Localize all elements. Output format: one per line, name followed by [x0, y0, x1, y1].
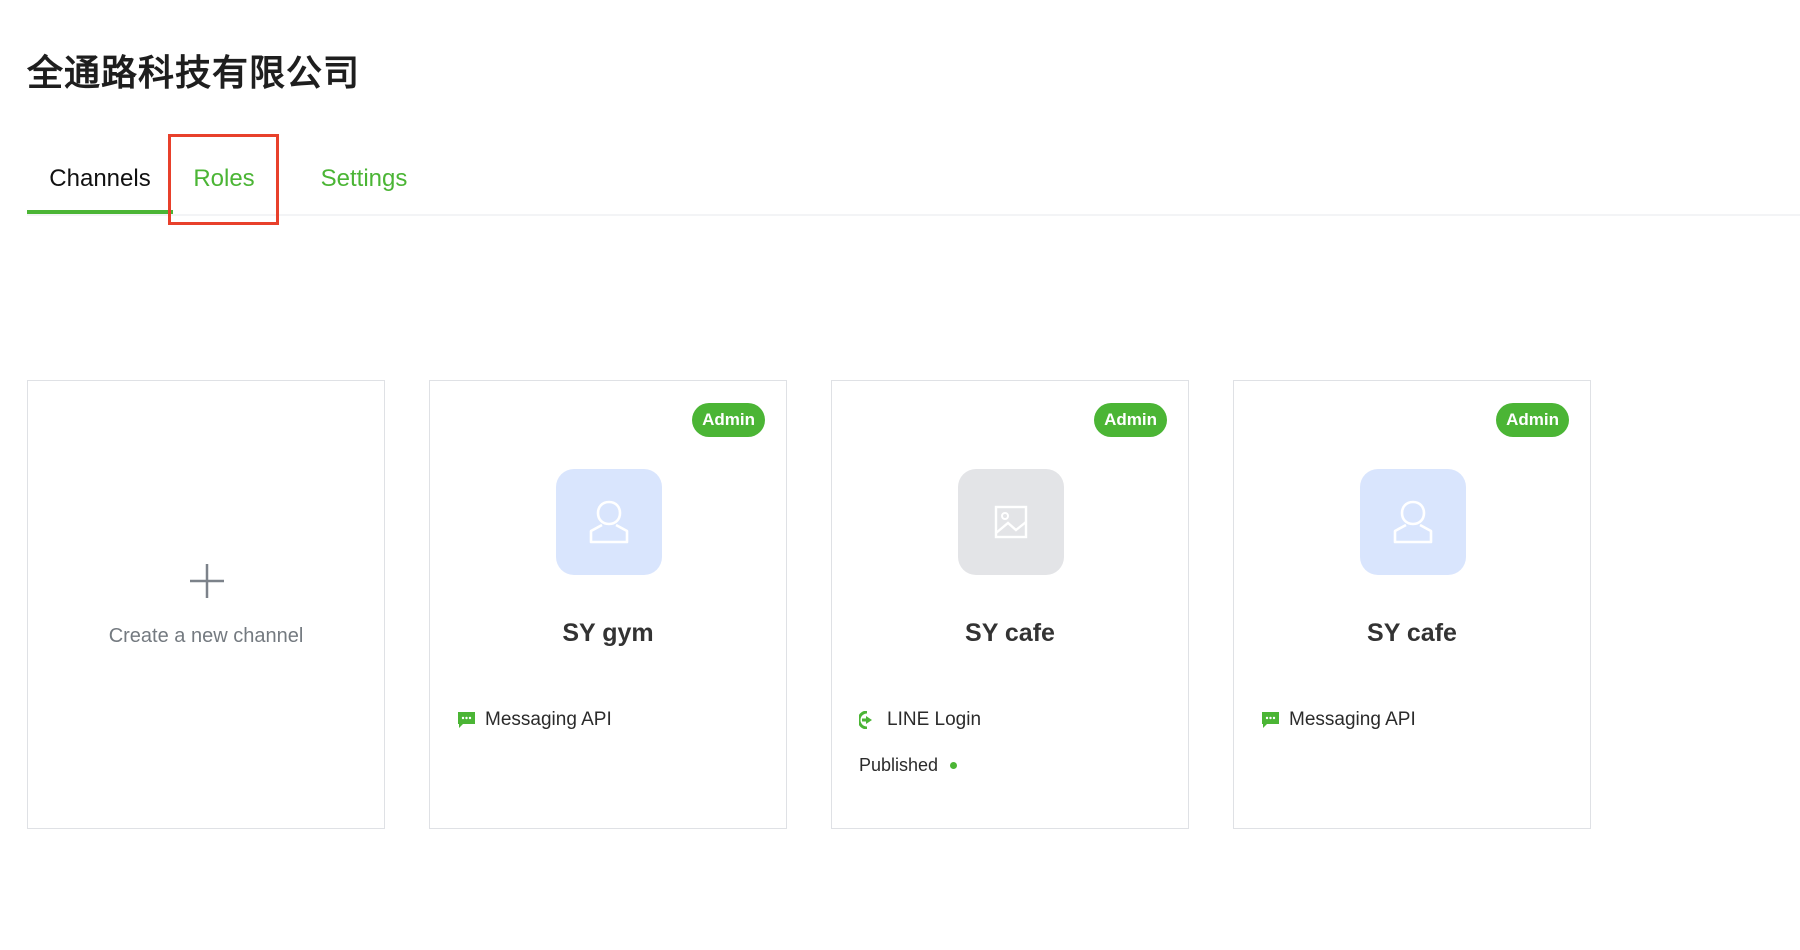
status-dot: [950, 762, 958, 769]
role-badge: Admin: [1496, 403, 1569, 437]
channel-type: LINE Login: [859, 709, 981, 731]
channel-type-label: LINE Login: [887, 709, 982, 730]
page: 全通路科技有限公司 Channels Roles Settings Create…: [0, 0, 1800, 950]
login-arrow-icon: [859, 711, 872, 729]
channel-avatar: [958, 469, 1064, 575]
channel-type: Messaging API: [457, 709, 612, 731]
channel-avatar: [1360, 469, 1466, 575]
status-label: Published: [859, 755, 939, 775]
tab-bar: Channels Roles Settings: [27, 150, 1800, 216]
create-channel-card[interactable]: Create a new channel: [27, 380, 385, 829]
image-icon: [994, 505, 1028, 539]
channel-avatar: [556, 469, 662, 575]
channel-name: SY cafe: [1367, 619, 1457, 647]
chat-bubble-icon: [1262, 712, 1279, 728]
role-badge: Admin: [1094, 403, 1167, 437]
channel-status: Published: [859, 755, 958, 776]
person-icon: [589, 500, 629, 544]
channel-card[interactable]: Admin SY gym Messaging API: [429, 380, 787, 829]
channel-type: Messaging API: [1261, 709, 1416, 731]
role-badge: Admin: [692, 403, 765, 437]
tab-settings[interactable]: Settings: [299, 150, 429, 210]
page-title: 全通路科技有限公司: [27, 53, 361, 94]
tab-roles[interactable]: Roles: [169, 150, 279, 210]
tab-channels[interactable]: Channels: [27, 150, 173, 214]
channel-name: SY cafe: [965, 619, 1055, 647]
channel-type-label: Messaging API: [1289, 709, 1416, 730]
chat-bubble-icon: [458, 712, 475, 728]
channel-type-label: Messaging API: [485, 709, 612, 730]
channel-name: SY gym: [562, 619, 654, 647]
channel-card[interactable]: Admin SY cafe LINE Login Published: [831, 380, 1189, 829]
channel-card[interactable]: Admin SY cafe Messaging API: [1233, 380, 1591, 829]
person-icon: [1393, 500, 1433, 544]
create-channel-label: Create a new channel: [108, 625, 304, 647]
plus-icon: [190, 564, 224, 598]
